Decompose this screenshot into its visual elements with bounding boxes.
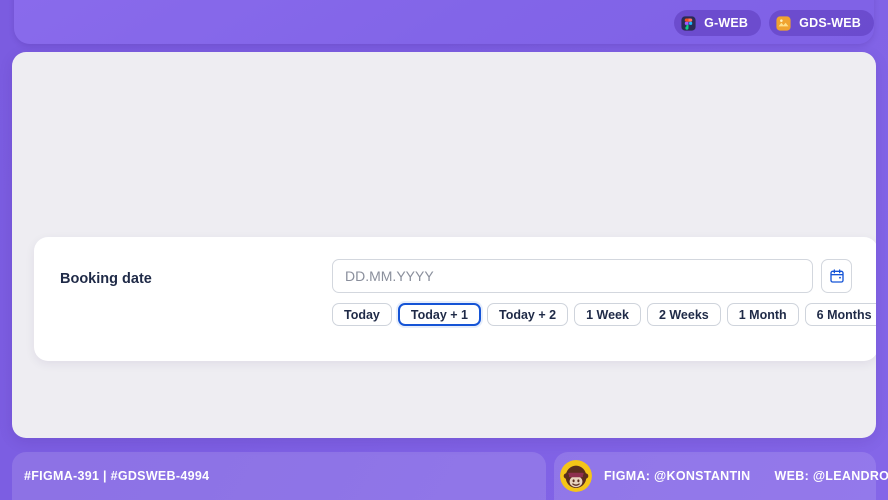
- badge-gds-web-label: GDS-WEB: [799, 16, 861, 30]
- calendar-picker-button[interactable]: [821, 259, 852, 293]
- app-header: G-WEB GDS-WEB: [0, 0, 888, 46]
- booking-date-field-group: Today Today + 1 Today + 2 1 Week 2 Weeks…: [332, 259, 876, 326]
- ticket-ids: #FIGMA-391 | #GDSWEB-4994: [24, 469, 210, 483]
- figma-logo-icon: [681, 15, 696, 31]
- header-badges: G-WEB GDS-WEB: [674, 10, 874, 36]
- figma-credit: FIGMA: @KONSTANTIN: [604, 469, 751, 483]
- booking-date-input[interactable]: [332, 259, 813, 293]
- booking-date-card: Booking date Today Today + 1 Today + 2: [34, 237, 876, 361]
- gds-logo-icon: [776, 15, 791, 31]
- chip-today-plus-1[interactable]: Today + 1: [397, 303, 481, 326]
- chip-1-month[interactable]: 1 Month: [726, 303, 799, 326]
- badge-g-web[interactable]: G-WEB: [674, 10, 762, 36]
- date-input-row: [332, 259, 852, 293]
- footer-ticket-bar: #FIGMA-391 | #GDSWEB-4994: [12, 452, 546, 500]
- chip-today-plus-2[interactable]: Today + 2: [486, 303, 569, 326]
- chip-1-week[interactable]: 1 Week: [574, 303, 641, 326]
- badge-g-web-label: G-WEB: [704, 16, 749, 30]
- chip-today[interactable]: Today: [332, 303, 392, 326]
- chip-2-weeks[interactable]: 2 Weeks: [646, 303, 721, 326]
- monkey-avatar: [560, 460, 592, 492]
- badge-gds-web[interactable]: GDS-WEB: [769, 10, 874, 36]
- content-panel: Booking date Today Today + 1 Today + 2: [12, 52, 876, 438]
- chip-6-months[interactable]: 6 Months: [804, 303, 876, 326]
- booking-date-label: Booking date: [60, 271, 152, 287]
- calendar-icon: [829, 269, 844, 283]
- quick-date-chips: Today Today + 1 Today + 2 1 Week 2 Weeks…: [332, 303, 876, 326]
- footer-credits-bar: FIGMA: @KONSTANTIN WEB: @LEANDRO: [554, 452, 888, 500]
- web-credit: WEB: @LEANDRO: [774, 469, 888, 483]
